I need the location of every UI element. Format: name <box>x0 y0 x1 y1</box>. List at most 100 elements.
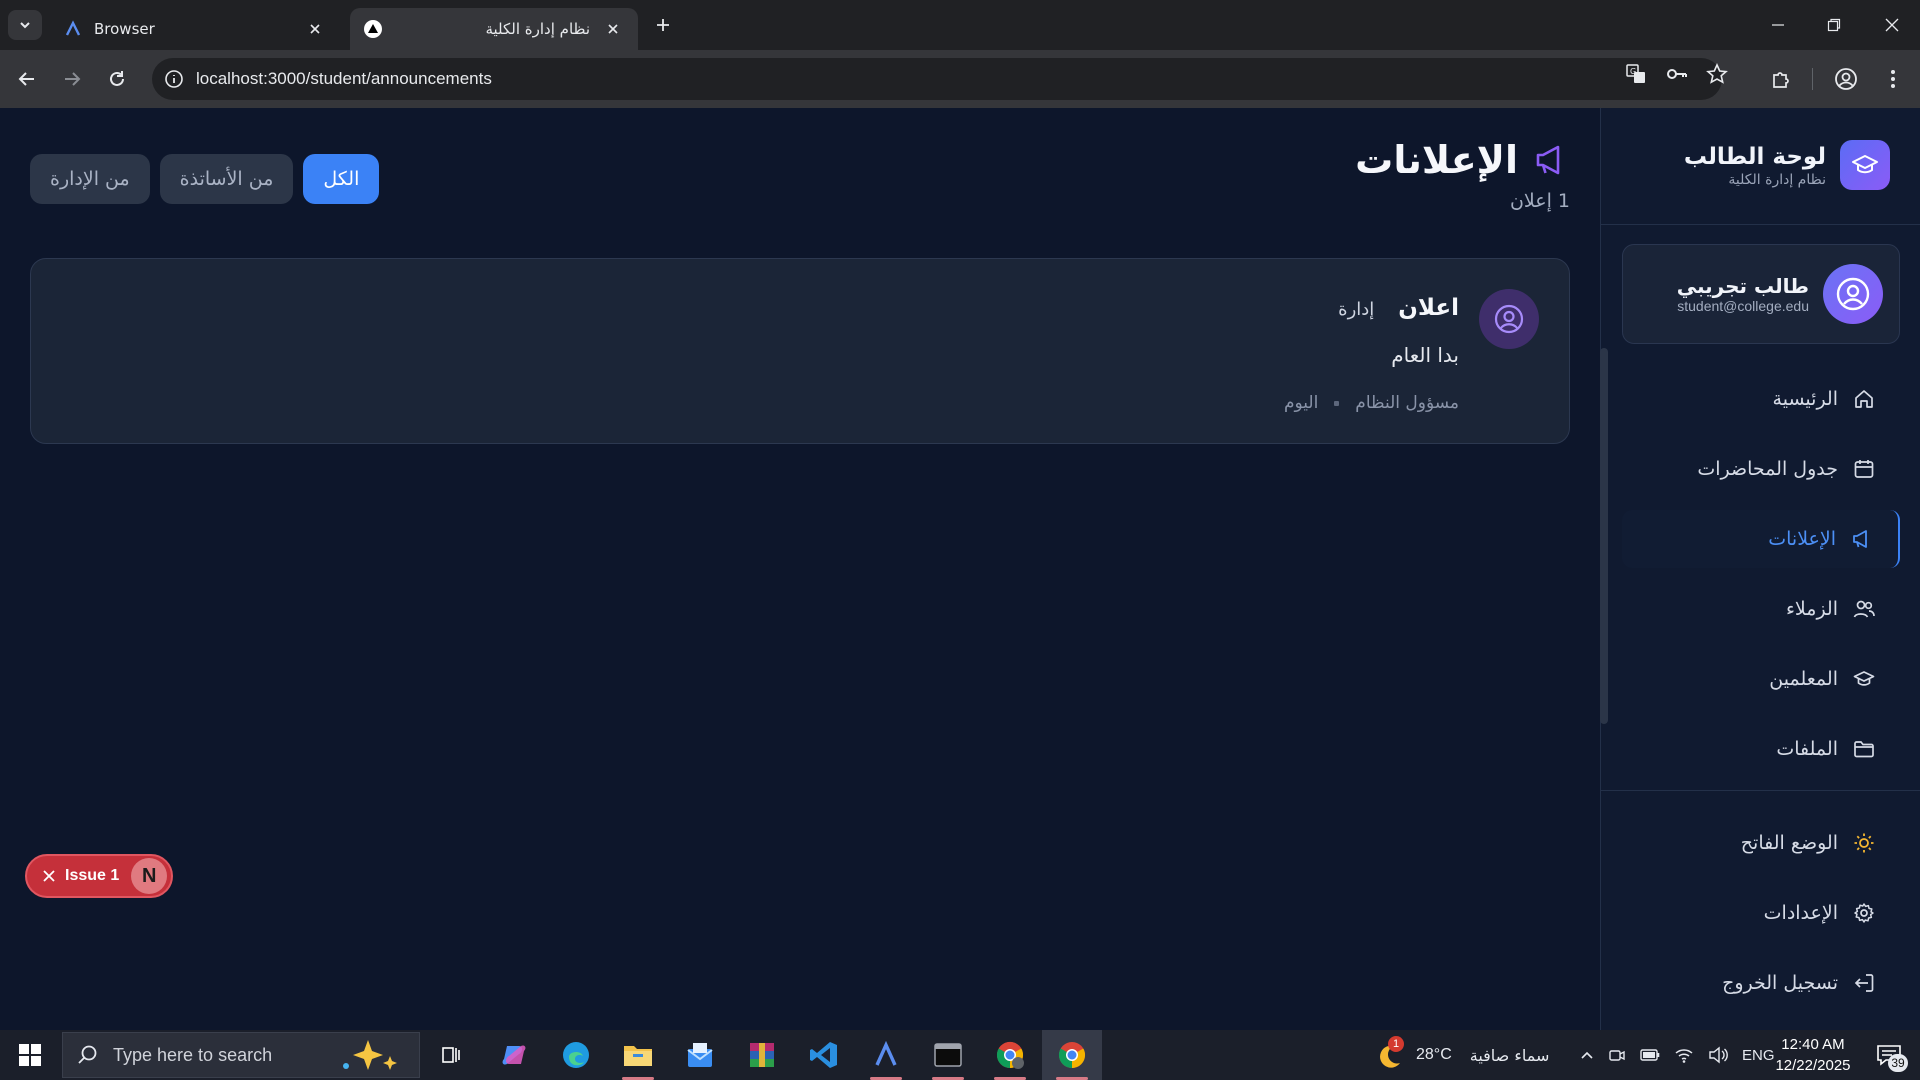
filter-teachers-button[interactable]: من الأساتذة <box>159 154 294 204</box>
close-tab-icon[interactable] <box>602 18 624 40</box>
bookmark-star-icon[interactable] <box>1705 62 1729 86</box>
nextjs-logo-icon <box>364 20 382 38</box>
graduation-cap-logo-icon <box>1840 140 1890 190</box>
browser-toolbar: localhost:3000/student/announcements G <box>0 50 1920 108</box>
svg-text:G: G <box>1630 67 1636 76</box>
announcement-card[interactable]: اعلان إدارة بدا العام مسؤول النظام اليوم <box>30 258 1570 444</box>
taskbar-clock[interactable]: 12:40 AM 12/22/2025 <box>1760 1034 1866 1076</box>
sidebar-item-settings[interactable]: الإعدادات <box>1622 884 1900 942</box>
file-explorer-icon[interactable] <box>608 1030 668 1080</box>
moon-weather-icon: 1 <box>1374 1036 1408 1072</box>
page-header: الإعلانات 1 إعلان <box>1355 138 1570 212</box>
sidebar-item-classmates[interactable]: الزملاء <box>1622 580 1900 638</box>
vscode-icon[interactable] <box>794 1030 854 1080</box>
close-icon <box>43 870 55 882</box>
logout-button[interactable]: تسجيل الخروج <box>1622 954 1900 1012</box>
graduation-cap-icon <box>1852 667 1876 691</box>
restore-button[interactable] <box>1806 0 1862 50</box>
tab-search-button[interactable] <box>8 10 42 40</box>
filter-admin-button[interactable]: من الإدارة <box>30 154 150 204</box>
weather-alert-badge: 1 <box>1388 1036 1404 1052</box>
edge-icon[interactable] <box>546 1030 606 1080</box>
taskbar-search-input[interactable]: Type here to search <box>62 1032 420 1078</box>
theme-toggle-button[interactable]: الوضع الفاتح <box>1622 814 1900 872</box>
announcement-author: مسؤول النظام <box>1355 393 1459 413</box>
sidebar-item-label: تسجيل الخروج <box>1722 972 1838 994</box>
app-logo-icon <box>65 20 81 36</box>
profile-icon[interactable] <box>1831 64 1861 94</box>
task-view-icon[interactable] <box>420 1030 480 1080</box>
system-tray: ENG <box>1580 1030 1775 1080</box>
site-info-icon[interactable] <box>152 69 196 89</box>
browser-app-icon[interactable] <box>856 1030 916 1080</box>
home-icon <box>1852 387 1876 411</box>
plus-icon <box>657 19 669 31</box>
dev-issues-badge[interactable]: Issue 1 N <box>25 854 173 898</box>
volume-icon[interactable] <box>1708 1046 1728 1064</box>
tab-title: نظام إدارة الكلية <box>485 20 590 38</box>
sidebar-item-label: المعلمين <box>1769 668 1838 690</box>
search-icon <box>78 1045 97 1064</box>
search-placeholder: Type here to search <box>113 1044 273 1065</box>
battery-icon[interactable] <box>1640 1048 1660 1062</box>
mail-icon[interactable] <box>670 1030 730 1080</box>
reload-button[interactable] <box>102 64 132 94</box>
sidebar-item-label: الملفات <box>1776 738 1838 760</box>
users-icon <box>1852 597 1876 621</box>
new-tab-button[interactable] <box>650 12 676 38</box>
filter-all-button[interactable]: الكل <box>303 154 380 204</box>
issue-label: Issue 1 <box>65 867 120 884</box>
sidebar-item-label: الإعدادات <box>1763 902 1838 924</box>
scrollbar-thumb[interactable] <box>1600 348 1608 724</box>
tab-browser[interactable]: Browser <box>50 8 340 50</box>
notification-count: 39 <box>1888 1054 1908 1072</box>
meet-now-icon[interactable] <box>1608 1046 1626 1064</box>
copilot-icon[interactable] <box>484 1030 544 1080</box>
weather-widget[interactable]: 1 28°C سماء صافية <box>1374 1030 1549 1080</box>
back-button[interactable] <box>12 64 42 94</box>
translate-icon[interactable]: G <box>1624 62 1648 86</box>
sparkle-icon <box>343 1040 398 1070</box>
tab-title: Browser <box>94 20 155 38</box>
address-bar[interactable]: localhost:3000/student/announcements <box>152 58 1722 100</box>
extensions-icon[interactable] <box>1766 64 1796 94</box>
author-avatar-icon <box>1479 289 1539 349</box>
sidebar-item-teachers[interactable]: المعلمين <box>1622 650 1900 708</box>
browser-tab-strip: Browser نظام إدارة الكلية <box>0 0 1920 50</box>
sun-icon <box>1852 831 1876 855</box>
close-window-button[interactable] <box>1864 0 1920 50</box>
terminal-icon[interactable] <box>918 1030 978 1080</box>
minimize-button[interactable] <box>1750 0 1806 50</box>
chrome-icon[interactable] <box>1042 1030 1102 1080</box>
password-key-icon[interactable] <box>1665 62 1689 86</box>
toolbar-divider <box>1812 68 1813 90</box>
chrome-profile-icon[interactable] <box>980 1030 1040 1080</box>
start-button[interactable] <box>0 1030 60 1080</box>
sidebar-brand: لوحة الطالب نظام إدارة الكلية <box>1684 140 1890 190</box>
tab-college-system[interactable]: نظام إدارة الكلية <box>350 8 638 50</box>
forward-button[interactable] <box>57 64 87 94</box>
sidebar-item-home[interactable]: الرئيسية <box>1622 370 1900 428</box>
chevron-up-icon[interactable] <box>1580 1048 1594 1062</box>
reload-icon <box>110 71 124 86</box>
browser-menu-icon[interactable] <box>1878 64 1908 94</box>
filter-tabs: من الإدارة من الأساتذة الكل <box>30 154 380 204</box>
sidebar-item-schedule[interactable]: جدول المحاضرات <box>1622 440 1900 498</box>
arrow-left-icon <box>18 72 34 86</box>
user-profile-card[interactable]: طالب تجريبي student@college.edu <box>1622 244 1900 344</box>
arrow-right-icon <box>65 72 81 86</box>
announcement-title: اعلان <box>1398 295 1459 321</box>
calendar-icon <box>1852 457 1876 481</box>
sidebar: لوحة الطالب نظام إدارة الكلية طالب تجريب… <box>1600 108 1920 1030</box>
wifi-icon[interactable] <box>1674 1046 1694 1064</box>
sidebar-divider <box>1600 224 1920 225</box>
sidebar-item-announcements[interactable]: الإعلانات <box>1622 510 1900 568</box>
winrar-icon[interactable] <box>732 1030 792 1080</box>
windows-taskbar: Type here to search 1 28°C سماء صافية EN… <box>0 1030 1920 1080</box>
notification-center-button[interactable]: 39 <box>1862 1030 1918 1080</box>
logout-icon <box>1852 971 1876 995</box>
weather-temp: 28°C <box>1416 1046 1452 1063</box>
close-tab-icon[interactable] <box>304 18 326 40</box>
sidebar-item-files[interactable]: الملفات <box>1622 720 1900 778</box>
megaphone-icon <box>1534 142 1570 178</box>
